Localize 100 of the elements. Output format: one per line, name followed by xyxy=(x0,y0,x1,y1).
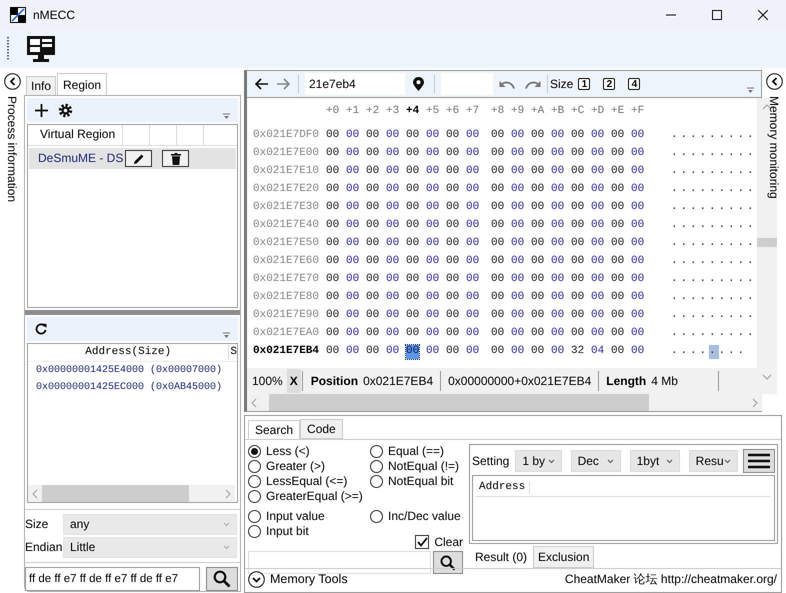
undo-icon[interactable] xyxy=(499,79,515,89)
hex-byte: 00 xyxy=(426,219,440,233)
settings-icon[interactable] xyxy=(58,102,73,118)
hex-byte: 04 xyxy=(591,345,604,359)
monitor-icon[interactable] xyxy=(26,35,56,63)
hex-byte: 00 xyxy=(511,327,524,341)
zoom-level: 100% xyxy=(252,374,283,388)
hex-byte: 00 xyxy=(631,237,644,251)
dropdown[interactable]: Resu xyxy=(688,450,738,472)
radio-button[interactable] xyxy=(370,460,383,473)
hex-byte: 00 xyxy=(531,201,544,215)
side-panel-label[interactable]: Memory monitoring xyxy=(766,96,782,199)
forward-arrow-icon[interactable] xyxy=(277,77,291,91)
radio-button[interactable] xyxy=(370,475,383,488)
dropdown[interactable]: Little xyxy=(63,536,237,558)
option-label: Inc/Dec value xyxy=(388,509,461,524)
address-field[interactable]: 21e7eb4 xyxy=(305,73,405,95)
scrollbar-thumb[interactable] xyxy=(42,485,189,502)
value-field[interactable] xyxy=(248,551,431,574)
ascii-text: ......... xyxy=(671,291,757,305)
scrollbar[interactable] xyxy=(28,485,235,502)
hex-byte: 00 xyxy=(551,273,564,287)
back-arrow-icon[interactable] xyxy=(254,77,268,91)
menu-button[interactable] xyxy=(742,449,776,473)
window-title: nMECC xyxy=(33,8,76,22)
collapse-icon[interactable] xyxy=(4,73,20,90)
delete-button[interactable] xyxy=(162,150,189,167)
redo-icon[interactable] xyxy=(525,79,541,89)
tab[interactable]: Code xyxy=(300,418,343,439)
address-row[interactable]: 0x00000001425EC000 (0x0AB45000) xyxy=(28,379,237,396)
scrollbar[interactable] xyxy=(247,394,762,411)
hex-byte: 00 xyxy=(466,165,480,179)
hex-byte: 00 xyxy=(346,255,360,269)
size-button[interactable]: 1 xyxy=(578,78,590,90)
edit-button[interactable] xyxy=(125,150,152,167)
hex-byte: 00 xyxy=(491,201,504,215)
hex-byte: 00 xyxy=(631,165,644,179)
side-panel-label[interactable]: Process information xyxy=(4,96,20,202)
hex-byte: 00 xyxy=(426,183,440,197)
hex-byte: 00 xyxy=(551,255,564,269)
collapse-icon[interactable] xyxy=(766,73,782,90)
row-address: 0x021E7E80 xyxy=(253,291,320,305)
hex-byte: 00 xyxy=(631,273,644,287)
radio-button[interactable] xyxy=(370,445,383,458)
scrollbar-thumb[interactable] xyxy=(756,238,777,247)
column-header: +C xyxy=(571,105,586,119)
hex-byte: 00 xyxy=(466,273,480,287)
radio-button[interactable] xyxy=(248,475,261,488)
tab[interactable]: Info xyxy=(26,76,56,95)
radio-button[interactable] xyxy=(248,445,261,458)
region-row[interactable]: DeSmuME - DS xyxy=(29,148,236,169)
radio-button[interactable] xyxy=(248,490,261,503)
tab[interactable]: Region xyxy=(57,72,108,95)
radio-button[interactable] xyxy=(370,510,383,523)
hex-byte: 00 xyxy=(551,201,564,215)
overflow-icon[interactable] xyxy=(223,113,230,120)
address-row[interactable]: 0x00000001425E4000 (0x00007000) xyxy=(28,362,237,379)
dropdown[interactable]: 1 by xyxy=(515,450,562,472)
column-header: +6 xyxy=(446,105,460,119)
tab[interactable]: Exclusion xyxy=(533,546,594,568)
hex-byte: 00 xyxy=(631,309,644,323)
refresh-icon[interactable] xyxy=(35,323,47,335)
radio-button[interactable] xyxy=(248,525,261,538)
hex-byte: 00 xyxy=(446,165,460,179)
dropdown-value: 1 by xyxy=(522,454,546,468)
radio-button[interactable] xyxy=(248,460,261,473)
map-pin-icon[interactable] xyxy=(413,77,424,91)
site-link[interactable]: CheatMaker 论坛 http://cheatmaker.org/ xyxy=(564,572,777,587)
column-header: +7 xyxy=(466,105,480,119)
radio-button[interactable] xyxy=(248,510,261,523)
option-label: NotEqual (!=) xyxy=(388,459,460,474)
scrollbar-thumb[interactable] xyxy=(269,394,649,411)
dropdown[interactable]: Dec xyxy=(570,450,621,472)
hex-byte: 00 xyxy=(571,201,584,215)
collapse-icon[interactable] xyxy=(248,571,265,588)
overflow-icon[interactable] xyxy=(223,332,230,339)
hex-byte: 00 xyxy=(531,165,544,179)
hex-byte: 00 xyxy=(386,147,400,161)
dropdown[interactable]: 1byt xyxy=(630,450,680,472)
hex-byte: 00 xyxy=(386,327,400,341)
overflow-icon[interactable] xyxy=(747,87,754,94)
dropdown[interactable]: any xyxy=(63,514,237,534)
dropdown-value: Little xyxy=(70,540,96,554)
row-address: 0x021E7E50 xyxy=(253,237,320,251)
pattern-field[interactable]: ff de ff e7 ff de ff e7 ff de ff e7 xyxy=(25,567,200,591)
size-button[interactable]: 4 xyxy=(628,78,640,90)
scrollbar[interactable] xyxy=(756,98,777,394)
size-button[interactable]: 2 xyxy=(603,78,616,90)
checkbox[interactable] xyxy=(415,535,430,550)
tab[interactable]: Search xyxy=(248,420,300,439)
option-label: NotEqual bit xyxy=(388,474,454,489)
row-address: 0x021E7E20 xyxy=(253,183,320,197)
search-button[interactable] xyxy=(206,567,238,591)
search-button[interactable] xyxy=(433,551,463,574)
ascii-text: ......... xyxy=(671,273,757,287)
hex-byte: 00 xyxy=(406,165,420,179)
add-icon[interactable] xyxy=(35,104,48,116)
hex-byte: 00 xyxy=(611,183,624,197)
close-status-button[interactable]: X xyxy=(286,369,301,393)
checkbox-label: Clear xyxy=(434,535,463,550)
